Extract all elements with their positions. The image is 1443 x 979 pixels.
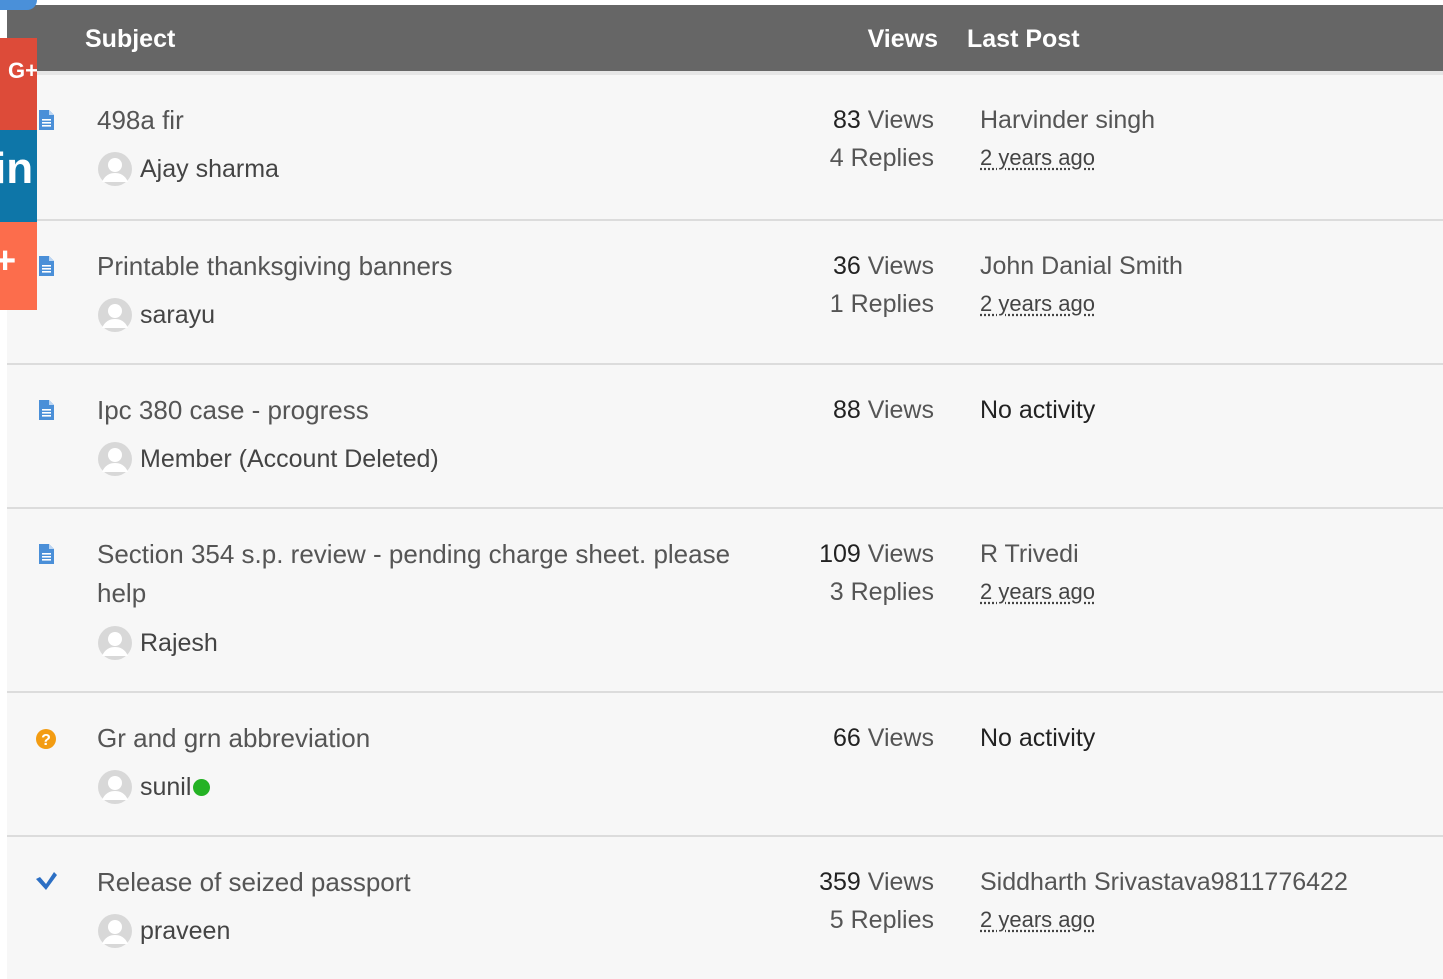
topic-stats: 66 Views — [833, 719, 934, 757]
topic-author[interactable]: Ajay sharma — [97, 151, 279, 187]
replies-count: 5 — [830, 906, 844, 934]
table-header: Subject Views Last Post — [7, 5, 1443, 75]
views-count: 88 — [833, 396, 861, 424]
topic-author[interactable]: Member (Account Deleted) — [97, 441, 439, 477]
no-activity-text: No activity — [980, 391, 1095, 429]
topic-stats: 88 Views — [833, 391, 934, 429]
topic-title-link[interactable]: 498a fir — [97, 101, 737, 140]
document-icon — [35, 254, 57, 278]
resolved-check-icon — [35, 870, 57, 894]
views-count: 109 — [819, 540, 861, 568]
last-post-time[interactable]: 2 years ago — [980, 139, 1155, 177]
views-label: Views — [868, 396, 934, 424]
avatar-icon — [97, 151, 133, 187]
avatar-icon — [97, 913, 133, 949]
replies-count: 4 — [830, 144, 844, 172]
topic-title-link[interactable]: Printable thanksgiving banners — [97, 247, 737, 286]
replies-label: Replies — [851, 906, 934, 934]
topic-author[interactable]: sunil — [97, 769, 210, 805]
linkedin-share-button[interactable]: in — [0, 130, 37, 222]
views-label: Views — [868, 106, 934, 134]
topic-stats: 36 Views 1 Replies — [830, 247, 934, 323]
google-plus-share-button[interactable]: G+ — [0, 38, 37, 130]
last-post: R Trivedi 2 years ago — [980, 535, 1095, 611]
subject-header[interactable]: Subject — [85, 24, 175, 54]
avatar-icon — [97, 297, 133, 333]
topic-author[interactable]: sarayu — [97, 297, 215, 333]
views-count: 359 — [819, 868, 861, 896]
document-icon — [35, 398, 57, 422]
author-name[interactable]: sarayu — [140, 301, 215, 330]
table-row: Ipc 380 case - progress Member (Account … — [7, 365, 1443, 509]
author-name[interactable]: Ajay sharma — [140, 155, 279, 184]
avatar-icon — [97, 625, 133, 661]
last-post-user[interactable]: Harvinder singh — [980, 101, 1155, 139]
replies-label: Replies — [851, 144, 934, 172]
question-icon: ? — [35, 726, 57, 750]
views-label: Views — [868, 724, 934, 752]
replies-count: 3 — [830, 578, 844, 606]
views-label: Views — [868, 540, 934, 568]
topic-title-link[interactable]: Release of seized passport — [97, 863, 737, 902]
last-post-user[interactable]: John Danial Smith — [980, 247, 1183, 285]
topic-title-link[interactable]: Section 354 s.p. review - pending charge… — [97, 535, 737, 613]
online-status-icon — [193, 779, 210, 796]
document-icon — [35, 542, 57, 566]
plus-icon: + — [0, 240, 16, 283]
avatar-icon — [97, 441, 133, 477]
topic-title-link[interactable]: Ipc 380 case - progress — [97, 391, 737, 430]
views-label: Views — [868, 868, 934, 896]
last-post-time[interactable]: 2 years ago — [980, 901, 1348, 939]
last-post-time[interactable]: 2 years ago — [980, 285, 1183, 323]
views-label: Views — [868, 252, 934, 280]
topic-stats: 359 Views 5 Replies — [819, 863, 934, 939]
last-post: No activity — [980, 719, 1095, 757]
topic-author[interactable]: praveen — [97, 913, 230, 949]
last-post-user[interactable]: Siddharth Srivastava9811776422 — [980, 863, 1348, 901]
replies-label: Replies — [851, 578, 934, 606]
last-post-header[interactable]: Last Post — [967, 24, 1080, 54]
author-name[interactable]: Member (Account Deleted) — [140, 445, 439, 474]
last-post-user[interactable]: R Trivedi — [980, 535, 1095, 573]
table-row: Section 354 s.p. review - pending charge… — [7, 509, 1443, 693]
table-row: Release of seized passport praveen 359 V… — [7, 837, 1443, 979]
document-icon — [35, 108, 57, 132]
author-name[interactable]: praveen — [140, 917, 230, 946]
topic-author[interactable]: Rajesh — [97, 625, 218, 661]
last-post: No activity — [980, 391, 1095, 429]
views-header[interactable]: Views — [868, 24, 938, 54]
author-name[interactable]: Rajesh — [140, 629, 218, 658]
views-count: 36 — [833, 252, 861, 280]
more-share-button[interactable]: + — [0, 222, 37, 310]
replies-count: 1 — [830, 290, 844, 318]
topics-table: Subject Views Last Post 498a fir Ajay sh… — [7, 5, 1443, 979]
google-plus-icon: G+ — [8, 58, 37, 84]
topic-title-link[interactable]: Gr and grn abbreviation — [97, 719, 737, 758]
topic-stats: 109 Views 3 Replies — [819, 535, 934, 611]
svg-text:?: ? — [41, 732, 51, 749]
last-post-time[interactable]: 2 years ago — [980, 573, 1095, 611]
table-row: 498a fir Ajay sharma 83 Views 4 Replies … — [7, 75, 1443, 221]
views-count: 83 — [833, 106, 861, 134]
avatar-icon — [97, 769, 133, 805]
share-button-top[interactable] — [0, 0, 37, 10]
no-activity-text: No activity — [980, 719, 1095, 757]
author-name[interactable]: sunil — [140, 773, 191, 802]
linkedin-icon: in — [0, 144, 33, 194]
last-post: Harvinder singh 2 years ago — [980, 101, 1155, 177]
last-post: John Danial Smith 2 years ago — [980, 247, 1183, 323]
views-count: 66 — [833, 724, 861, 752]
last-post: Siddharth Srivastava9811776422 2 years a… — [980, 863, 1348, 939]
table-row: Printable thanksgiving banners sarayu 36… — [7, 221, 1443, 365]
topic-stats: 83 Views 4 Replies — [830, 101, 934, 177]
table-row: ? Gr and grn abbreviation sunil 66 Views… — [7, 693, 1443, 837]
replies-label: Replies — [851, 290, 934, 318]
